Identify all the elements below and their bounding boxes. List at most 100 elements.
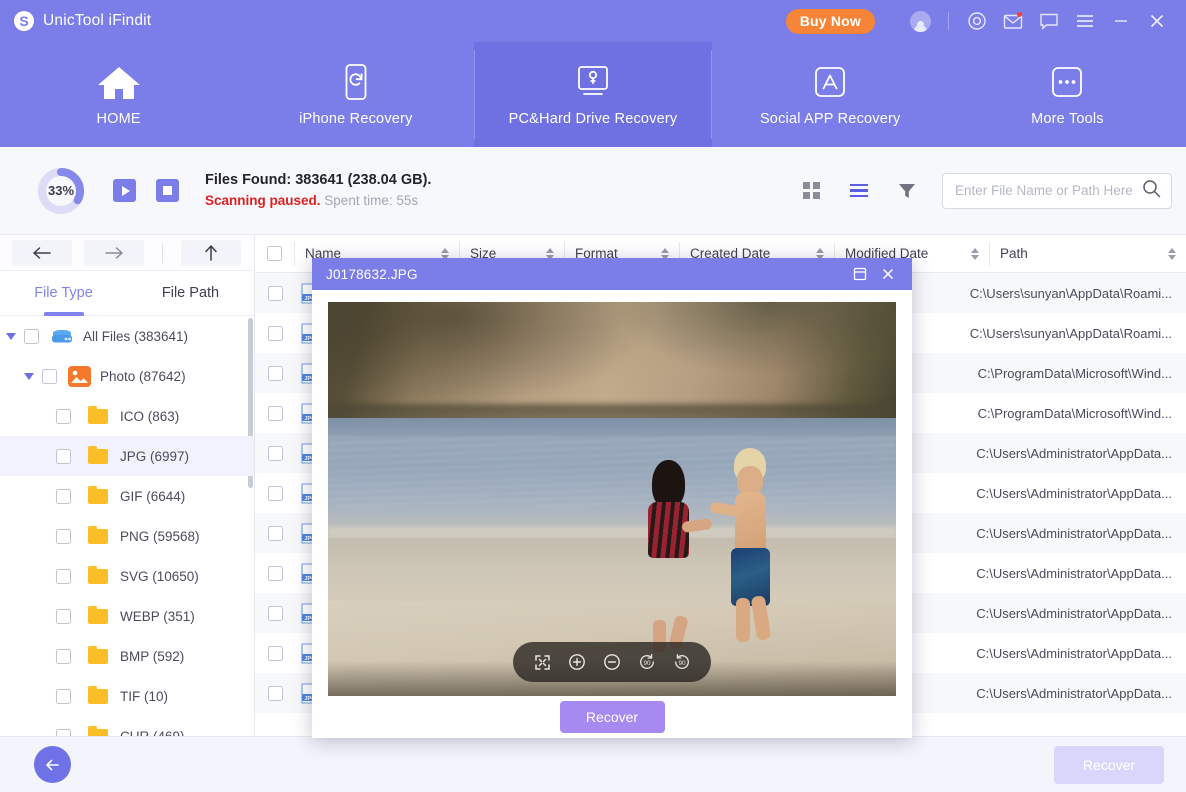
tree-item-jpg[interactable]: JPG (6997) — [0, 436, 254, 476]
tree-checkbox[interactable] — [24, 329, 39, 344]
tree-item-gif[interactable]: GIF (6644) — [0, 476, 254, 516]
tab-file-path[interactable]: File Path — [127, 271, 254, 315]
grid-view-icon[interactable] — [798, 178, 824, 204]
tree-item-tif[interactable]: TIF (10) — [0, 676, 254, 716]
restore-window-icon[interactable] — [846, 260, 874, 288]
file-type-tree: All Files (383641) Photo (87642) ICO (8 — [0, 316, 254, 736]
row-checkbox[interactable] — [255, 366, 295, 381]
row-checkbox[interactable] — [255, 326, 295, 341]
preview-recover-button[interactable]: Recover — [560, 701, 665, 733]
menu-icon[interactable] — [1068, 4, 1102, 38]
tree-item-webp[interactable]: WEBP (351) — [0, 596, 254, 636]
zoom-in-icon[interactable] — [566, 651, 588, 673]
tree-checkbox[interactable] — [42, 369, 57, 384]
row-checkbox[interactable] — [255, 566, 295, 581]
folder-icon — [88, 489, 108, 504]
fullscreen-icon[interactable] — [531, 651, 553, 673]
tree-item-png[interactable]: PNG (59568) — [0, 516, 254, 556]
row-path: C:\Users\sunyan\AppData\Roami... — [970, 326, 1172, 341]
disk-icon — [50, 328, 74, 345]
tree-checkbox[interactable] — [56, 569, 71, 584]
preview-image: 90 90 — [328, 302, 896, 696]
list-view-icon[interactable] — [846, 178, 872, 204]
bottom-bar: Recover — [0, 736, 1186, 792]
tree-checkbox[interactable] — [56, 529, 71, 544]
support-icon[interactable] — [960, 4, 994, 38]
nav-item-social-app-recovery[interactable]: Social APP Recovery — [712, 42, 949, 147]
row-checkbox[interactable] — [255, 406, 295, 421]
tab-file-path-label: File Path — [162, 285, 219, 301]
sort-icon[interactable] — [1168, 248, 1176, 260]
sort-icon[interactable] — [971, 248, 979, 260]
nav-item-iphone-recovery[interactable]: iPhone Recovery — [237, 42, 474, 147]
back-button[interactable] — [34, 746, 71, 783]
row-path: C:\Users\sunyan\AppData\Roami... — [970, 286, 1172, 301]
tree-checkbox[interactable] — [56, 409, 71, 424]
nav-up-button[interactable] — [181, 240, 241, 266]
account-icon[interactable] — [903, 4, 937, 38]
stop-icon — [163, 186, 172, 195]
child-figure-left — [646, 460, 692, 650]
buy-now-button[interactable]: Buy Now — [786, 9, 875, 34]
resume-scan-button[interactable] — [113, 179, 136, 202]
scan-progress-percent: 33% — [35, 165, 87, 217]
mail-icon[interactable] — [996, 4, 1030, 38]
search-box[interactable] — [942, 173, 1172, 209]
tree-item-ico[interactable]: ICO (863) — [0, 396, 254, 436]
nav-item-home[interactable]: HOME — [0, 42, 237, 147]
feedback-icon[interactable] — [1032, 4, 1066, 38]
tree-item-cur[interactable]: CUR (469) — [0, 716, 254, 736]
filter-icon[interactable] — [894, 178, 920, 204]
ellipsis-box-icon — [1047, 62, 1087, 102]
select-all-checkbox[interactable] — [255, 242, 295, 266]
nav-forward-button[interactable] — [84, 240, 144, 266]
tree-checkbox[interactable] — [56, 729, 71, 737]
tree-item-label: GIF (6644) — [120, 489, 185, 504]
tree-checkbox[interactable] — [56, 689, 71, 704]
row-checkbox[interactable] — [255, 286, 295, 301]
row-checkbox[interactable] — [255, 606, 295, 621]
search-input[interactable] — [955, 183, 1142, 198]
preview-footer: Recover — [312, 696, 912, 738]
tree-checkbox[interactable] — [56, 649, 71, 664]
tree-checkbox[interactable] — [56, 489, 71, 504]
tree-checkbox[interactable] — [56, 609, 71, 624]
chevron-down-icon[interactable] — [24, 373, 34, 380]
nav-item-more-tools[interactable]: More Tools — [949, 42, 1186, 147]
preview-file-name: J0178632.JPG — [326, 267, 846, 282]
zoom-out-icon[interactable] — [601, 651, 623, 673]
row-checkbox[interactable] — [255, 646, 295, 661]
spent-time-text: Spent time: 55s — [324, 193, 418, 208]
search-icon[interactable] — [1142, 179, 1161, 203]
monitor-key-icon — [572, 62, 614, 102]
nav-divider — [162, 243, 163, 263]
files-found-text: Files Found: 383641 (238.04 GB). — [205, 170, 431, 191]
titlebar-actions: Buy Now — [786, 4, 1186, 38]
nav-back-button[interactable] — [12, 240, 72, 266]
column-header-path[interactable]: Path — [990, 242, 1186, 266]
tree-item-all-files[interactable]: All Files (383641) — [0, 316, 254, 356]
recover-button[interactable]: Recover — [1054, 746, 1164, 784]
stop-scan-button[interactable] — [156, 179, 179, 202]
chevron-down-icon[interactable] — [6, 333, 16, 340]
tab-file-type[interactable]: File Type — [0, 271, 127, 315]
close-icon[interactable] — [1140, 4, 1174, 38]
rotate-left-90-icon[interactable]: 90 — [636, 651, 658, 673]
row-path: C:\Users\Administrator\AppData... — [976, 486, 1172, 501]
rotate-right-90-icon[interactable]: 90 — [671, 651, 693, 673]
row-checkbox[interactable] — [255, 446, 295, 461]
close-icon[interactable] — [874, 260, 902, 288]
application-window: S UnicTool iFindit Buy Now — [0, 0, 1186, 792]
tree-checkbox[interactable] — [56, 449, 71, 464]
folder-icon — [88, 609, 108, 624]
nav-item-pc-hard-drive-recovery[interactable]: PC&Hard Drive Recovery — [474, 42, 711, 147]
row-path: C:\Users\Administrator\AppData... — [976, 646, 1172, 661]
tree-item-svg[interactable]: SVG (10650) — [0, 556, 254, 596]
minimize-icon[interactable] — [1104, 4, 1138, 38]
row-checkbox[interactable] — [255, 486, 295, 501]
row-checkbox[interactable] — [255, 526, 295, 541]
row-checkbox[interactable] — [255, 686, 295, 701]
tree-item-bmp[interactable]: BMP (592) — [0, 636, 254, 676]
folder-icon — [88, 409, 108, 424]
tree-item-photo[interactable]: Photo (87642) — [0, 356, 254, 396]
